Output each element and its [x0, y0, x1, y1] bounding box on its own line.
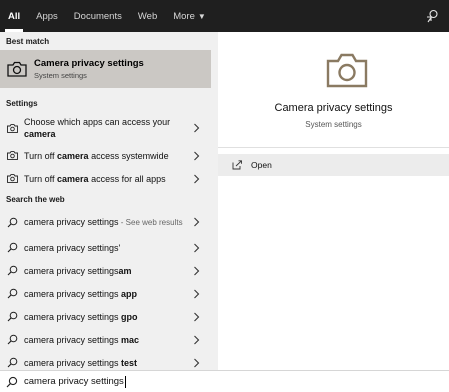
tab-apps-label: Apps	[36, 10, 58, 22]
web-suggestion[interactable]: camera privacy settingsam	[0, 259, 212, 282]
search-icon	[7, 265, 17, 276]
tab-web[interactable]: Web	[130, 0, 165, 32]
text-cursor	[124, 375, 126, 388]
tab-all-label: All	[8, 10, 21, 22]
chevron-right-icon	[194, 289, 200, 298]
preview-pane: Camera privacy settings System settings …	[218, 32, 449, 370]
tab-documents-label: Documents	[73, 10, 122, 22]
open-icon	[232, 160, 242, 170]
chevron-right-icon	[194, 243, 200, 252]
chevron-right-icon	[194, 123, 200, 133]
camera-icon	[326, 53, 368, 88]
camera-icon	[6, 123, 18, 133]
camera-icon	[7, 61, 27, 77]
web-suggestion[interactable]: camera privacy settings mac	[0, 328, 212, 351]
search-input[interactable]: camera privacy settings	[24, 376, 124, 387]
settings-header: Settings	[6, 98, 38, 108]
chevron-right-icon	[194, 151, 200, 160]
camera-icon	[6, 174, 18, 183]
web-suggestion[interactable]: camera privacy settings'	[0, 236, 212, 259]
tab-more-label: More	[173, 10, 195, 22]
web-suggestion[interactable]: camera privacy settings test	[0, 351, 212, 370]
web-suggestion-label: camera privacy settings test	[24, 357, 138, 368]
feedback-icon[interactable]	[425, 9, 439, 23]
open-label: Open	[251, 160, 272, 170]
chevron-right-icon	[194, 335, 200, 344]
chevron-right-icon	[194, 174, 200, 183]
search-icon	[7, 217, 17, 227]
search-icon	[7, 357, 17, 368]
search-icon	[7, 334, 17, 345]
caret-down-icon: ▼	[197, 11, 206, 21]
tab-apps[interactable]: Apps	[28, 0, 66, 32]
best-match-subtitle: System settings	[34, 71, 87, 80]
search-icon	[7, 242, 17, 253]
best-match-header: Best match	[6, 36, 50, 46]
settings-item-label: Turn off camera access systemwide	[24, 150, 169, 161]
chevron-right-icon	[194, 266, 200, 275]
web-suggestion[interactable]: camera privacy settings app	[0, 282, 212, 305]
web-suggestion-label: camera privacy settings gpo	[24, 311, 138, 322]
web-suggestion-label: camera privacy settings - See web result…	[24, 216, 183, 227]
web-suggestion-label: camera privacy settings'	[24, 242, 121, 253]
open-action[interactable]: Open	[218, 154, 449, 176]
scope-tab-bar: All Apps Documents Web More ▼	[0, 0, 449, 32]
tab-more[interactable]: More ▼	[165, 0, 214, 32]
web-suggestion-label: camera privacy settingsam	[24, 265, 132, 276]
divider	[218, 147, 449, 148]
web-suggestion[interactable]: camera privacy settings gpo	[0, 305, 212, 328]
search-web-header: Search the web	[6, 194, 65, 204]
tab-web-label: Web	[137, 10, 158, 22]
preview-subtitle: System settings	[305, 120, 362, 129]
search-box[interactable]: camera privacy settings	[0, 370, 449, 392]
search-icon	[7, 288, 17, 299]
settings-item-all-apps[interactable]: Turn off camera access for all apps	[0, 167, 212, 190]
web-suggestion-label: camera privacy settings mac	[24, 334, 140, 345]
tab-documents[interactable]: Documents	[66, 0, 130, 32]
search-icon	[6, 376, 18, 387]
tab-all[interactable]: All	[0, 0, 28, 32]
chevron-right-icon	[194, 358, 200, 367]
chevron-right-icon	[194, 217, 200, 227]
settings-item-label: Choose which apps can access your camera	[24, 117, 171, 139]
best-match-result[interactable]: Camera privacy settings System settings	[0, 50, 211, 88]
search-icon	[7, 311, 17, 322]
best-match-title: Camera privacy settings	[34, 58, 144, 69]
camera-icon	[6, 151, 18, 160]
settings-item-choose-apps[interactable]: Choose which apps can access your camera	[0, 112, 212, 144]
preview-title: Camera privacy settings	[274, 102, 393, 114]
results-list: Best match Camera privacy settings Syste…	[0, 32, 212, 370]
web-suggestion[interactable]: camera privacy settings - See web result…	[0, 208, 212, 236]
chevron-right-icon	[194, 312, 200, 321]
web-suggestion-label: camera privacy settings app	[24, 288, 138, 299]
settings-item-label: Turn off camera access for all apps	[24, 173, 166, 184]
settings-item-systemwide[interactable]: Turn off camera access systemwide	[0, 144, 212, 167]
